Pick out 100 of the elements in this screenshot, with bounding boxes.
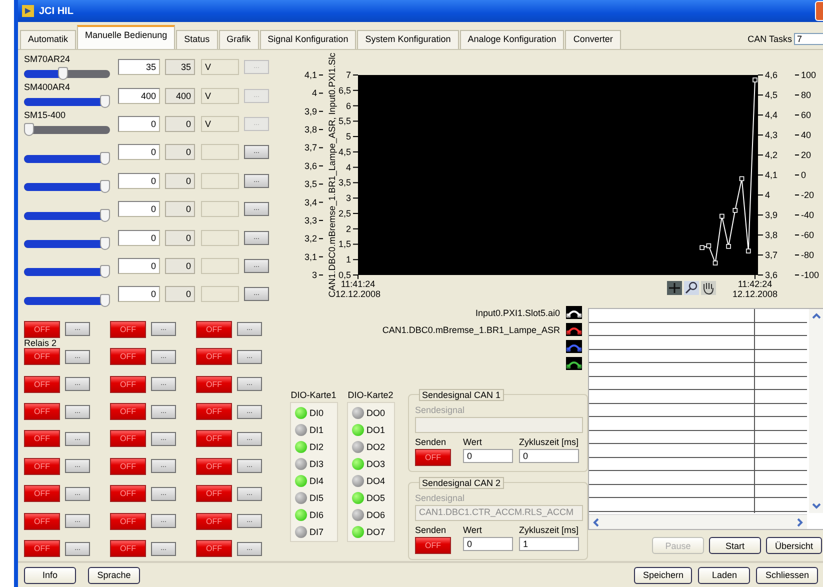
graph-button[interactable]: Übersicht [766,537,822,554]
slider-track[interactable] [24,208,110,222]
footer-button[interactable]: Schliessen [756,566,818,584]
signal-field[interactable] [415,417,583,433]
axis-tick-label: 80 [801,90,812,100]
field-label: Wert [463,437,483,447]
led-label: DO1 [366,424,386,434]
axis-tick-label: 3,4 [304,197,317,208]
axis-tick-label: 11:42:24 [738,279,772,289]
app-icon [22,5,34,17]
point [706,243,712,248]
numeric-input[interactable]: 0 [118,258,160,274]
axis-tick-label: 3,7 [765,250,778,260]
slider-thumb[interactable] [100,180,110,194]
hand-icon[interactable] [701,281,716,295]
axis-date-label: 12.12.2008 [732,289,778,299]
axis-tick-label: 6 [346,100,351,111]
axis-tick-label: 20 [801,150,812,160]
value-field[interactable]: 0 [463,537,513,551]
slider-thumb[interactable] [100,237,110,250]
slider-thumb[interactable] [100,208,110,222]
axis-tick-label: 0 [801,170,806,180]
axis-tick-label: 1,5 [338,239,351,250]
field-label: Zykluszeit [ms] [519,437,579,447]
tab[interactable]: Manuelle Bedienung [77,25,176,49]
slider-track[interactable] [24,237,110,250]
axis-tick-label: 4,4 [765,110,778,120]
value-field[interactable]: 0 [463,449,513,463]
graph-button[interactable]: Start [708,537,761,554]
slider-track[interactable] [24,180,110,194]
axis-tick-label: -60 [801,230,814,240]
unit-field: V [201,116,239,132]
slider-thumb[interactable] [100,294,110,307]
axis-tick-label: 6,5 [338,85,351,96]
slider-thumb[interactable] [100,152,110,165]
group-title: Sendesignal CAN 2 [419,477,504,489]
footer-button[interactable]: Info [24,566,76,584]
axis-tick-label: -40 [801,210,814,220]
footer-button[interactable]: Speichern [634,566,692,584]
numeric-input[interactable]: 0 [118,230,160,246]
slider-track[interactable] [24,294,110,307]
led-label: DI0 [310,408,324,418]
point [739,176,744,182]
field-label: Senden [415,437,448,447]
slider-track[interactable] [24,66,110,80]
group-title: Sendesignal CAN 1 [419,389,504,401]
point [732,208,738,213]
axis-tick-label: 4 [346,162,351,172]
footer-button[interactable]: Laden [698,566,750,584]
tab[interactable]: Analoge Konfiguration [460,30,564,49]
slider-track[interactable] [24,265,110,278]
axis-tick-label: 3,5 [304,179,317,190]
tab[interactable]: Automatik [20,30,76,49]
led-label: DI6 [310,510,324,520]
axis-tick-label: 7 [346,70,351,80]
numeric-input[interactable]: 0 [118,172,160,189]
led-label: DI7 [310,526,324,536]
axis-tick-label: 100 [801,70,816,80]
numeric-indicator: 0 [165,116,195,132]
plot-style-icon[interactable] [566,357,582,370]
zoom-icon[interactable] [684,281,699,295]
dio-title: DIO-Karte2 [348,390,394,400]
slider-track[interactable] [24,95,110,108]
tab[interactable]: Grafik [218,30,259,49]
field-label: Senden [415,525,448,535]
slider-thumb[interactable] [100,265,110,278]
tab[interactable]: Signal Konfiguration [260,30,356,49]
slider-track[interactable] [24,152,110,165]
led-label: DI3 [310,458,324,468]
unit-field [201,201,239,218]
can-tasks-field[interactable]: 7 [794,33,823,45]
dio-title: DIO-Karte1 [290,390,336,400]
axis-tick-label: 40 [801,130,812,140]
led-label: DI1 [310,424,324,434]
axis-tick-label: 5,5 [338,116,351,126]
can-tasks-label: CAN Tasks [748,34,792,44]
led-label: DI4 [310,476,324,486]
axis-tick-label: 4,3 [765,130,778,140]
footer-button[interactable]: Sprache [88,566,140,584]
axis-tick-label: 3,6 [765,270,778,280]
tab[interactable]: Converter [565,30,621,49]
tab[interactable]: System Konfiguration [357,30,459,49]
axis-tick-label: 3,9 [304,106,317,116]
plot-style-icon[interactable] [566,306,582,319]
tab[interactable]: Status [176,30,218,49]
numeric-input[interactable]: 0 [118,286,160,302]
axis-tick-label: 1 [346,254,351,265]
cycle-field[interactable]: 0 [519,449,579,463]
window-title: JCI HIL [39,6,74,16]
numeric-indicator: 0 [165,230,195,246]
numeric-input[interactable]: 0 [118,144,160,160]
close-button[interactable] [815,1,823,21]
axis-tick-label: 4,5 [765,90,778,100]
axis-tick-label: 3 [346,193,351,204]
cycle-field[interactable]: 1 [519,537,579,551]
axis-tick-label: -80 [801,250,814,260]
point [752,78,758,82]
slider-track[interactable] [24,123,110,136]
numeric-input[interactable]: 0 [118,201,160,218]
axis-tick-label: 3,7 [304,142,317,153]
